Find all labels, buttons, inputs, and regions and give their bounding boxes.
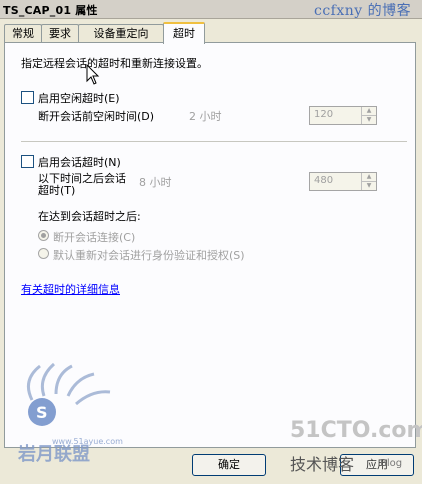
more-info-link[interactable]: 有关超时的详细信息 xyxy=(21,281,120,297)
window-title: TS_CAP_01 属性 xyxy=(3,4,98,17)
watermark-text: ccfxny 的博客 xyxy=(314,3,412,19)
tab-general[interactable]: 常规 xyxy=(4,24,42,42)
ok-button[interactable]: 确定 xyxy=(192,454,266,476)
spin-down-icon[interactable]: ▼ xyxy=(362,181,376,190)
spin-down-icon[interactable]: ▼ xyxy=(362,115,376,124)
session-timeout-checkbox[interactable] xyxy=(21,155,34,168)
idle-time-hint: 2 小时 xyxy=(189,110,222,123)
svg-text:S: S xyxy=(36,403,48,422)
session-time-label-line2: 超时(T) xyxy=(38,184,76,197)
reauthenticate-radio-label: 默认重新对会话进行身份验证和授权(S) xyxy=(53,249,245,262)
logo-left-sub: www.51ayue.com xyxy=(52,437,123,446)
session-spinner-arrows[interactable]: ▲ ▼ xyxy=(361,173,376,190)
session-time-spinner[interactable]: 480 ▲ ▼ xyxy=(309,172,377,191)
idle-timeout-label: 启用空闲超时(E) xyxy=(38,92,120,105)
logo-51cto-text: 51CTO.com xyxy=(290,418,422,443)
session-time-hint: 8 小时 xyxy=(139,176,172,189)
spin-up-icon[interactable]: ▲ xyxy=(362,173,376,181)
yueming-logo-icon: S 岩月联盟 www.51ayue.com xyxy=(17,362,123,465)
intro-text: 指定远程会话的超时和重新连接设置。 xyxy=(21,57,208,70)
spin-up-icon[interactable]: ▲ xyxy=(362,107,376,115)
divider xyxy=(21,141,407,142)
idle-time-label: 断开会话前空闲时间(D) xyxy=(38,110,155,123)
idle-spinner-arrows[interactable]: ▲ ▼ xyxy=(361,107,376,124)
logo-51cto-blog: Blog xyxy=(380,458,403,469)
disconnect-radio-label: 断开会话连接(C) xyxy=(53,231,136,244)
idle-time-spinner[interactable]: 120 ▲ ▼ xyxy=(309,106,377,125)
mouse-cursor-icon xyxy=(86,64,100,85)
session-time-value: 480 xyxy=(314,175,334,186)
tab-requirements[interactable]: 要求 xyxy=(41,24,79,42)
idle-timeout-checkbox[interactable] xyxy=(21,91,34,104)
logo-51cto-sub: 技术博客 xyxy=(290,455,355,474)
tab-timeouts[interactable]: 超时 xyxy=(163,22,205,44)
after-timeout-label: 在达到会话超时之后: xyxy=(38,210,141,223)
tab-device-redirection[interactable]: 设备重定向 xyxy=(78,24,164,42)
disconnect-radio[interactable] xyxy=(38,230,49,241)
logo-left-text: 岩月联盟 xyxy=(17,443,90,465)
session-timeout-label: 启用会话超时(N) xyxy=(38,156,121,169)
reauthenticate-radio[interactable] xyxy=(38,248,49,259)
idle-time-value: 120 xyxy=(314,109,334,120)
